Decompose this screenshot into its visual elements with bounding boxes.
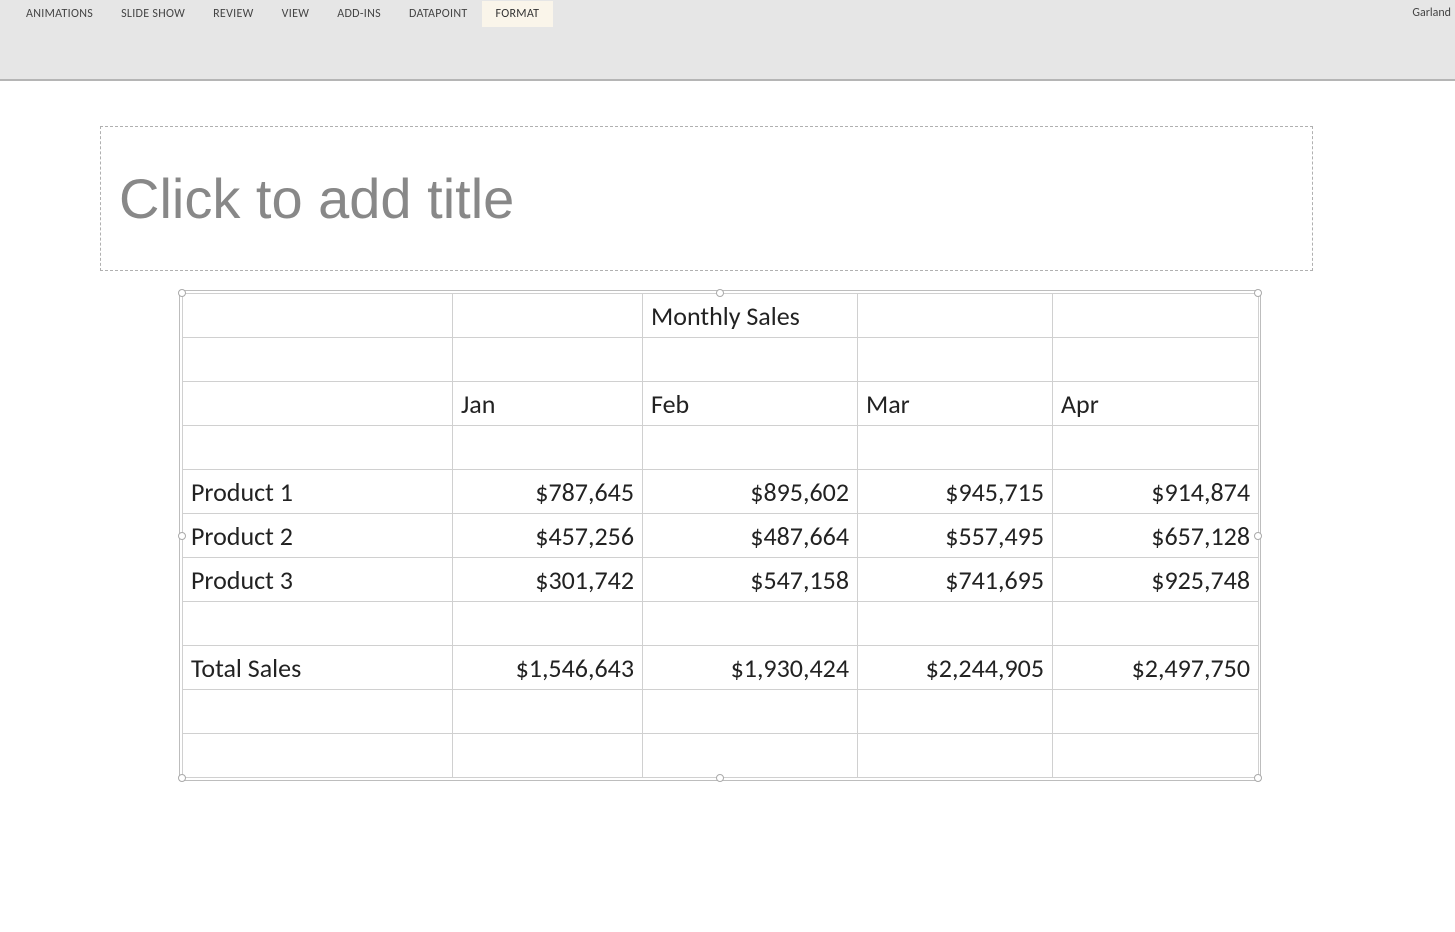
- tab-slide-show[interactable]: SLIDE SHOW: [107, 1, 199, 27]
- table-month-header[interactable]: Jan: [453, 382, 643, 426]
- selection-handle-ne[interactable]: [1254, 289, 1262, 297]
- table-row-empty[interactable]: [183, 602, 1259, 646]
- title-placeholder[interactable]: Click to add title: [100, 126, 1313, 271]
- sales-table[interactable]: Monthly Sales Jan Feb Mar Apr: [182, 293, 1259, 778]
- table-cell[interactable]: [453, 602, 643, 646]
- table-month-header[interactable]: Apr: [1053, 382, 1259, 426]
- selection-handle-s[interactable]: [716, 774, 724, 782]
- table-cell[interactable]: $914,874: [1053, 470, 1259, 514]
- table-row-empty[interactable]: [183, 426, 1259, 470]
- table-row-empty[interactable]: [183, 734, 1259, 778]
- table-cell[interactable]: $457,256: [453, 514, 643, 558]
- table-cell[interactable]: [643, 734, 858, 778]
- table-cell[interactable]: [858, 294, 1053, 338]
- table-cell[interactable]: [453, 734, 643, 778]
- table-cell[interactable]: $787,645: [453, 470, 643, 514]
- table-cell[interactable]: $2,244,905: [858, 646, 1053, 690]
- table-cell[interactable]: $895,602: [643, 470, 858, 514]
- table-row-heading[interactable]: Monthly Sales: [183, 294, 1259, 338]
- table-cell[interactable]: [453, 690, 643, 734]
- table-cell[interactable]: [183, 338, 453, 382]
- table-cell[interactable]: [183, 602, 453, 646]
- tab-format[interactable]: FORMAT: [482, 1, 554, 27]
- table-cell[interactable]: [858, 734, 1053, 778]
- selection-handle-sw[interactable]: [178, 774, 186, 782]
- table-cell[interactable]: $945,715: [858, 470, 1053, 514]
- table-row-empty[interactable]: [183, 338, 1259, 382]
- table-month-header[interactable]: Mar: [858, 382, 1053, 426]
- table-row-empty[interactable]: [183, 690, 1259, 734]
- table-month-header[interactable]: Feb: [643, 382, 858, 426]
- table-cell[interactable]: [453, 426, 643, 470]
- table-row-months[interactable]: Jan Feb Mar Apr: [183, 382, 1259, 426]
- table-cell[interactable]: [643, 602, 858, 646]
- table-row-label[interactable]: Product 2: [183, 514, 453, 558]
- tab-view[interactable]: VIEW: [268, 1, 324, 27]
- table-cell[interactable]: [643, 690, 858, 734]
- selection-handle-se[interactable]: [1254, 774, 1262, 782]
- table-cell[interactable]: $1,546,643: [453, 646, 643, 690]
- table-row-label[interactable]: Product 1: [183, 470, 453, 514]
- table-row-product3[interactable]: Product 3 $301,742 $547,158 $741,695 $92…: [183, 558, 1259, 602]
- table-cell[interactable]: $741,695: [858, 558, 1053, 602]
- table-cell[interactable]: [453, 338, 643, 382]
- table-cell[interactable]: [453, 294, 643, 338]
- table-cell[interactable]: [1053, 690, 1259, 734]
- table-cell[interactable]: $1,930,424: [643, 646, 858, 690]
- table-cell[interactable]: [1053, 602, 1259, 646]
- selection-handle-w[interactable]: [178, 532, 186, 540]
- table-cell[interactable]: [858, 426, 1053, 470]
- table-cell[interactable]: $925,748: [1053, 558, 1259, 602]
- selection-handle-nw[interactable]: [178, 289, 186, 297]
- table-cell[interactable]: $487,664: [643, 514, 858, 558]
- user-name-label: Garland: [1412, 6, 1451, 20]
- table-cell[interactable]: [1053, 338, 1259, 382]
- tab-add-ins[interactable]: ADD-INS: [323, 1, 395, 27]
- table-cell[interactable]: $547,158: [643, 558, 858, 602]
- table-cell[interactable]: [183, 426, 453, 470]
- table-cell[interactable]: [858, 690, 1053, 734]
- table-cell[interactable]: [643, 338, 858, 382]
- table-cell[interactable]: $2,497,750: [1053, 646, 1259, 690]
- table-row-label[interactable]: Total Sales: [183, 646, 453, 690]
- table-row-product1[interactable]: Product 1 $787,645 $895,602 $945,715 $91…: [183, 470, 1259, 514]
- table-row-product2[interactable]: Product 2 $457,256 $487,664 $557,495 $65…: [183, 514, 1259, 558]
- table-cell[interactable]: [183, 382, 453, 426]
- tab-datapoint[interactable]: DATAPOINT: [395, 1, 482, 27]
- table-cell[interactable]: [183, 294, 453, 338]
- table-cell[interactable]: [183, 734, 453, 778]
- ribbon-body: [0, 28, 1455, 80]
- table-object[interactable]: Monthly Sales Jan Feb Mar Apr: [182, 293, 1258, 778]
- title-placeholder-text: Click to add title: [119, 166, 514, 231]
- table-cell[interactable]: $657,128: [1053, 514, 1259, 558]
- table-heading-cell[interactable]: Monthly Sales: [643, 294, 858, 338]
- table-cell[interactable]: [1053, 294, 1259, 338]
- table-cell[interactable]: [183, 690, 453, 734]
- tab-animations[interactable]: ANIMATIONS: [12, 1, 107, 27]
- table-cell[interactable]: [643, 426, 858, 470]
- table-cell[interactable]: [858, 602, 1053, 646]
- table-cell[interactable]: [1053, 426, 1259, 470]
- tab-review[interactable]: REVIEW: [199, 1, 268, 27]
- slide-canvas[interactable]: Click to add title Monthly Sales: [0, 80, 1455, 932]
- table-row-label[interactable]: Product 3: [183, 558, 453, 602]
- table-row-total[interactable]: Total Sales $1,546,643 $1,930,424 $2,244…: [183, 646, 1259, 690]
- ribbon-tabs: ANIMATIONS SLIDE SHOW REVIEW VIEW ADD-IN…: [0, 0, 1455, 28]
- table-cell[interactable]: $301,742: [453, 558, 643, 602]
- selection-handle-e[interactable]: [1254, 532, 1262, 540]
- selection-handle-n[interactable]: [716, 289, 724, 297]
- table-cell[interactable]: [1053, 734, 1259, 778]
- table-cell[interactable]: $557,495: [858, 514, 1053, 558]
- table-cell[interactable]: [858, 338, 1053, 382]
